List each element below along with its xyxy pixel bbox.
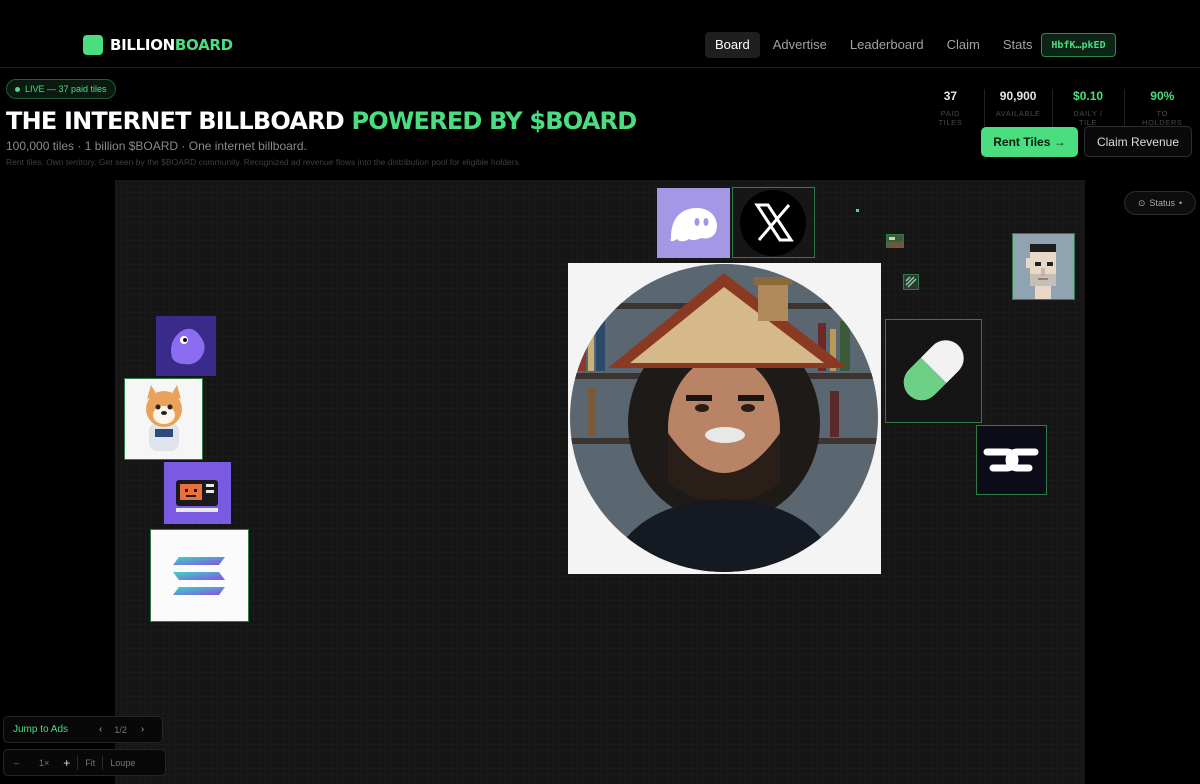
ad-tile-solana[interactable] <box>150 529 249 622</box>
status-icon: ⊙ <box>1137 197 1146 208</box>
page-indicator: 1/2 <box>114 724 127 735</box>
zoom-in-button[interactable]: + <box>56 756 77 770</box>
zoom-level: 1× <box>39 757 50 768</box>
stat-paid-tiles: 37 PAID TILES <box>938 89 963 127</box>
loupe-button[interactable]: Loupe <box>103 758 142 768</box>
live-badge: LIVE — 37 paid tiles <box>6 79 116 99</box>
status-label: Status <box>1149 198 1175 208</box>
ad-tile-small-landscape[interactable] <box>886 234 904 248</box>
retro-computer-icon <box>164 462 231 524</box>
next-page-icon[interactable]: › <box>141 724 144 735</box>
stat-daily-tile: $0.10 DAILY / TILE <box>1051 89 1124 127</box>
logo[interactable]: BILLIONBOARD <box>83 35 233 55</box>
shiba-astronaut-icon <box>125 379 202 459</box>
ad-tile-monogram[interactable] <box>976 425 1047 495</box>
ad-tile-punk[interactable] <box>1012 233 1075 300</box>
solana-logo-icon <box>151 530 248 621</box>
ad-tile-shiba[interactable] <box>124 378 203 460</box>
ad-tile-dot[interactable] <box>856 209 859 212</box>
ad-tile-pill[interactable] <box>885 319 982 423</box>
nav-link-board[interactable]: Board <box>705 32 760 58</box>
page-title: THE INTERNET BILLBOARD POWERED BY $BOARD <box>6 107 637 135</box>
stat-to-holders: 90% TO HOLDERS <box>1123 89 1200 127</box>
prev-page-icon[interactable]: ‹ <box>99 724 102 735</box>
ghost-icon <box>657 188 730 258</box>
jump-to-ads-button[interactable]: Jump to Ads <box>13 724 85 735</box>
stat-available: 90,900 AVAILABLE <box>983 89 1052 127</box>
nav-link-claim[interactable]: Claim <box>937 32 990 58</box>
top-nav: BILLIONBOARD Board Advertise Leaderboard… <box>0 0 1200 68</box>
landscape-icon <box>887 235 903 247</box>
logo-text: BILLIONBOARD <box>110 36 233 54</box>
nav-link-advertise[interactable]: Advertise <box>763 32 837 58</box>
stats-bar: 37 PAID TILES 90,900 AVAILABLE $0.10 DAI… <box>917 89 1200 127</box>
nav-link-leaderboard[interactable]: Leaderboard <box>840 32 934 58</box>
ad-tile-portrait[interactable] <box>568 263 881 574</box>
nav-link-stats[interactable]: Stats <box>993 32 1043 58</box>
ad-tile-small-stripes[interactable] <box>903 274 919 290</box>
ad-tile-ghost[interactable] <box>657 188 730 258</box>
wallet-button[interactable]: HbfK…pkED <box>1041 33 1116 57</box>
ad-tile-x[interactable] <box>732 187 815 258</box>
zoom-out-button[interactable]: – <box>7 758 26 768</box>
jump-to-ads: Jump to Ads ‹ 1/2 › <box>3 716 163 743</box>
mascot-icon <box>156 316 216 376</box>
monogram-logo-icon <box>977 426 1046 494</box>
ad-tile-mascot[interactable] <box>156 316 216 376</box>
nav-links: Board Advertise Leaderboard Claim Stats <box>705 32 1046 58</box>
pill-icon <box>886 320 981 422</box>
live-dot-icon <box>15 86 20 92</box>
rent-tiles-button[interactable]: Rent Tiles → <box>981 127 1078 157</box>
hero-subtitle: 100,000 tiles · 1 billion $BOARD · One i… <box>6 139 307 153</box>
status-dot-icon: • <box>1178 198 1183 208</box>
claim-revenue-button[interactable]: Claim Revenue <box>1084 126 1192 157</box>
x-logo-icon <box>733 188 814 257</box>
fit-button[interactable]: Fit <box>78 758 102 768</box>
hero-description: Rent tiles. Own territory. Get seen by t… <box>6 157 522 167</box>
status-button[interactable]: ⊙ Status • <box>1124 191 1196 215</box>
billboard-canvas[interactable] <box>115 180 1085 784</box>
stripes-icon <box>904 275 918 289</box>
ad-tile-computer[interactable] <box>164 462 231 524</box>
live-text: LIVE — 37 paid tiles <box>25 84 107 94</box>
zoom-controls: – 1× + Fit Loupe <box>3 749 166 776</box>
pixel-punk-icon <box>1013 234 1074 299</box>
logo-mark-icon <box>83 35 103 55</box>
portrait-icon <box>568 263 881 574</box>
